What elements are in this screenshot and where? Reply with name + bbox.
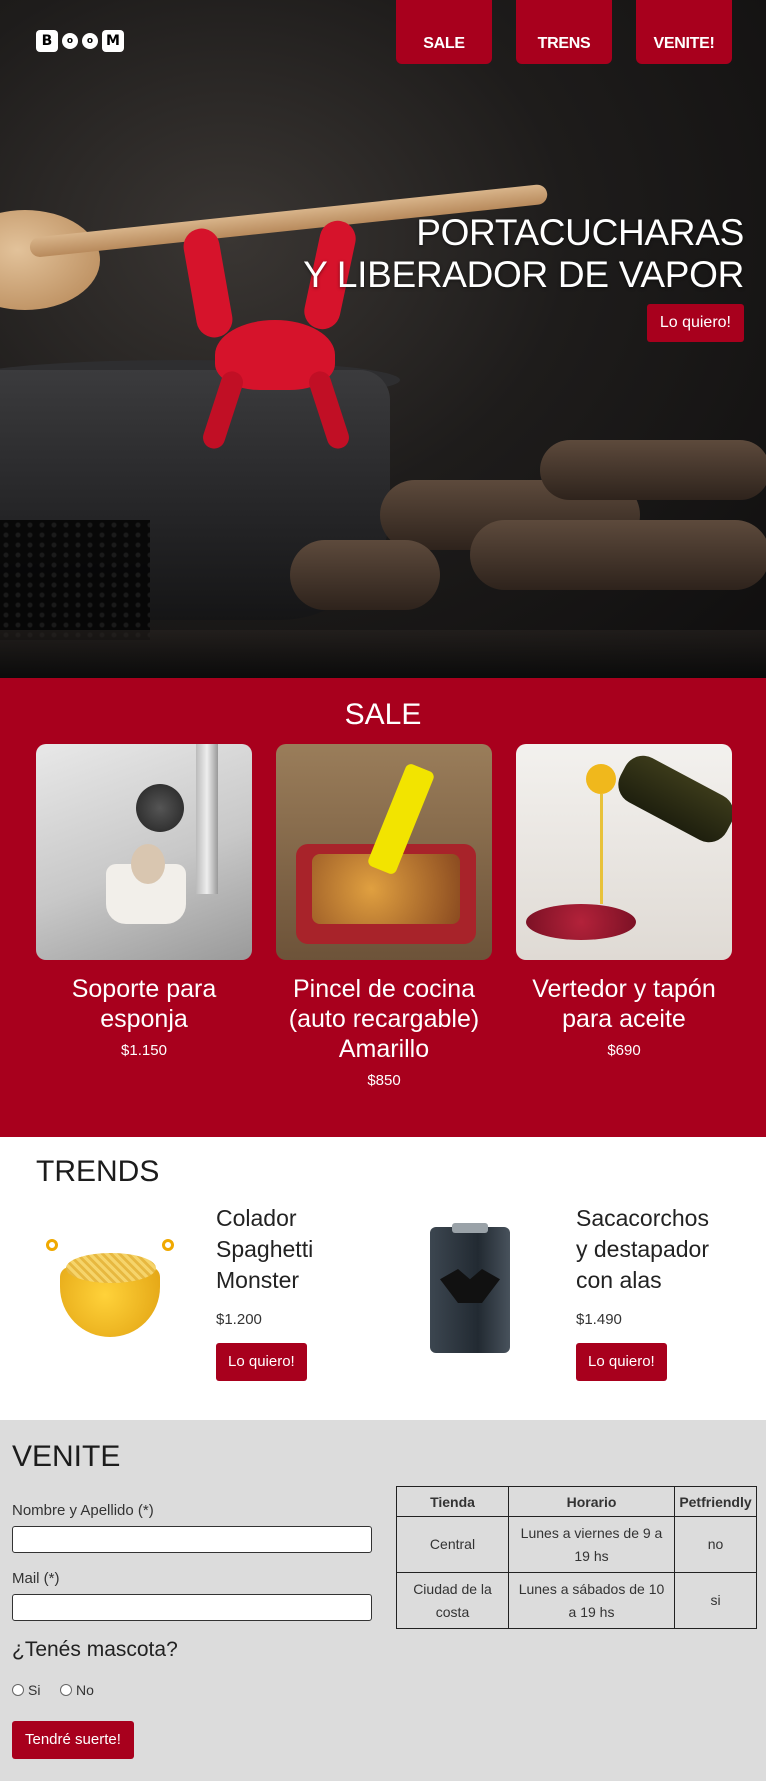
radio-si[interactable]: Si bbox=[12, 1682, 40, 1698]
table-cell: Lunes a sábados de 10 a 19 hs bbox=[508, 1572, 675, 1629]
table-header: Petfriendly bbox=[674, 1486, 757, 1517]
buy-button[interactable]: Lo quiero! bbox=[576, 1343, 667, 1381]
product-price: $690 bbox=[607, 1042, 641, 1059]
table-cell: no bbox=[674, 1516, 757, 1573]
product-name: Sacacorchos y destapador con alas bbox=[576, 1205, 709, 1293]
nav-trends[interactable]: TRENS bbox=[516, 0, 612, 64]
beet-root bbox=[540, 440, 766, 500]
table-cell: Ciudad de la costa bbox=[396, 1572, 509, 1629]
hero-cta-button[interactable]: Lo quiero! bbox=[646, 304, 744, 342]
stores-table: Tienda Horario Petfriendly Central Lunes… bbox=[396, 1486, 757, 1629]
beet-root bbox=[290, 540, 440, 610]
product-price: $1.490 bbox=[576, 1311, 622, 1328]
table-header: Tienda bbox=[396, 1486, 509, 1517]
product-price: $1.200 bbox=[216, 1311, 262, 1328]
logo-letter: o bbox=[82, 33, 98, 49]
radio-label: Si bbox=[28, 1682, 41, 1698]
table-cell: Lunes a viernes de 9 a 19 hs bbox=[508, 1516, 675, 1573]
sale-card: Soporte para esponja $1.150 bbox=[36, 744, 252, 1059]
logo-letter: B bbox=[36, 30, 58, 52]
table-header-row: Tienda Horario Petfriendly bbox=[396, 1486, 757, 1517]
cooking-brush-photo bbox=[276, 744, 492, 960]
spaghetti-monster-colander-photo bbox=[36, 1223, 186, 1363]
oil-pourer-photo bbox=[516, 744, 732, 960]
hero-title-line2: Y LIBERADOR DE VAPOR bbox=[303, 254, 744, 295]
sale-section: SALE Soporte para esponja $1.150 Pincel … bbox=[0, 678, 766, 1137]
product-name: Pincel de cocina (auto recargable) Amari… bbox=[288, 975, 480, 1063]
table-reflection bbox=[0, 630, 766, 678]
sale-heading: SALE bbox=[344, 698, 422, 731]
buy-button[interactable]: Lo quiero! bbox=[216, 1343, 307, 1381]
name-label: Nombre y Apellido (*) bbox=[12, 1502, 154, 1519]
table-cell: si bbox=[674, 1572, 757, 1629]
table-row: Ciudad de la costa Lunes a sábados de 10… bbox=[396, 1572, 757, 1629]
table-cell: Central bbox=[396, 1516, 509, 1573]
black-beans bbox=[0, 520, 150, 640]
product-price: $850 bbox=[367, 1072, 401, 1089]
main-nav: SALE TRENS VENITE! bbox=[396, 0, 732, 64]
submit-button[interactable]: Tendré suerte! bbox=[12, 1721, 134, 1759]
hero-title: PORTACUCHARAS Y LIBERADOR DE VAPOR bbox=[303, 212, 744, 296]
radio-label: No bbox=[76, 1682, 94, 1698]
product-price: $1.150 bbox=[121, 1042, 167, 1059]
product-name: Colador Spaghetti Monster bbox=[216, 1205, 314, 1293]
mail-field[interactable] bbox=[12, 1594, 372, 1621]
product-name: Soporte para esponja bbox=[71, 975, 217, 1033]
boom-logo[interactable]: B o o M bbox=[36, 28, 132, 54]
logo-letter: o bbox=[62, 33, 78, 49]
logo-letter: M bbox=[102, 30, 124, 52]
sale-card: Pincel de cocina (auto recargable) Amari… bbox=[276, 744, 492, 1089]
radio-no[interactable]: No bbox=[60, 1682, 94, 1698]
table-row: Central Lunes a viernes de 9 a 19 hs no bbox=[396, 1516, 757, 1573]
bat-corkscrew-photo bbox=[396, 1223, 546, 1363]
table-header: Horario bbox=[508, 1486, 675, 1517]
name-field[interactable] bbox=[12, 1526, 372, 1553]
sponge-holder-photo bbox=[36, 744, 252, 960]
beet-root bbox=[470, 520, 766, 590]
radio-circle[interactable] bbox=[60, 1684, 72, 1696]
crab-claw-left bbox=[180, 225, 236, 341]
venite-section: VENITE Nombre y Apellido (*) Mail (*) ¿T… bbox=[0, 1420, 766, 1781]
mail-label: Mail (*) bbox=[12, 1570, 60, 1587]
nav-venite[interactable]: VENITE! bbox=[636, 0, 732, 64]
radio-circle[interactable] bbox=[12, 1684, 24, 1696]
nav-sale[interactable]: SALE bbox=[396, 0, 492, 64]
hero-banner: B o o M SALE TRENS VENITE! PORTACUCHARAS… bbox=[0, 0, 766, 678]
product-name: Vertedor y tapón para aceite bbox=[532, 975, 716, 1033]
wooden-spoon-bowl bbox=[0, 210, 100, 310]
trends-section: TRENDS Colador Spaghetti Monster $1.200 … bbox=[0, 1137, 766, 1420]
pet-question: ¿Tenés mascota? bbox=[12, 1638, 178, 1661]
hero-title-line1: PORTACUCHARAS bbox=[416, 212, 744, 253]
venite-heading: VENITE bbox=[12, 1440, 121, 1473]
trends-heading: TRENDS bbox=[36, 1155, 160, 1188]
sale-card: Vertedor y tapón para aceite $690 bbox=[516, 744, 732, 1059]
